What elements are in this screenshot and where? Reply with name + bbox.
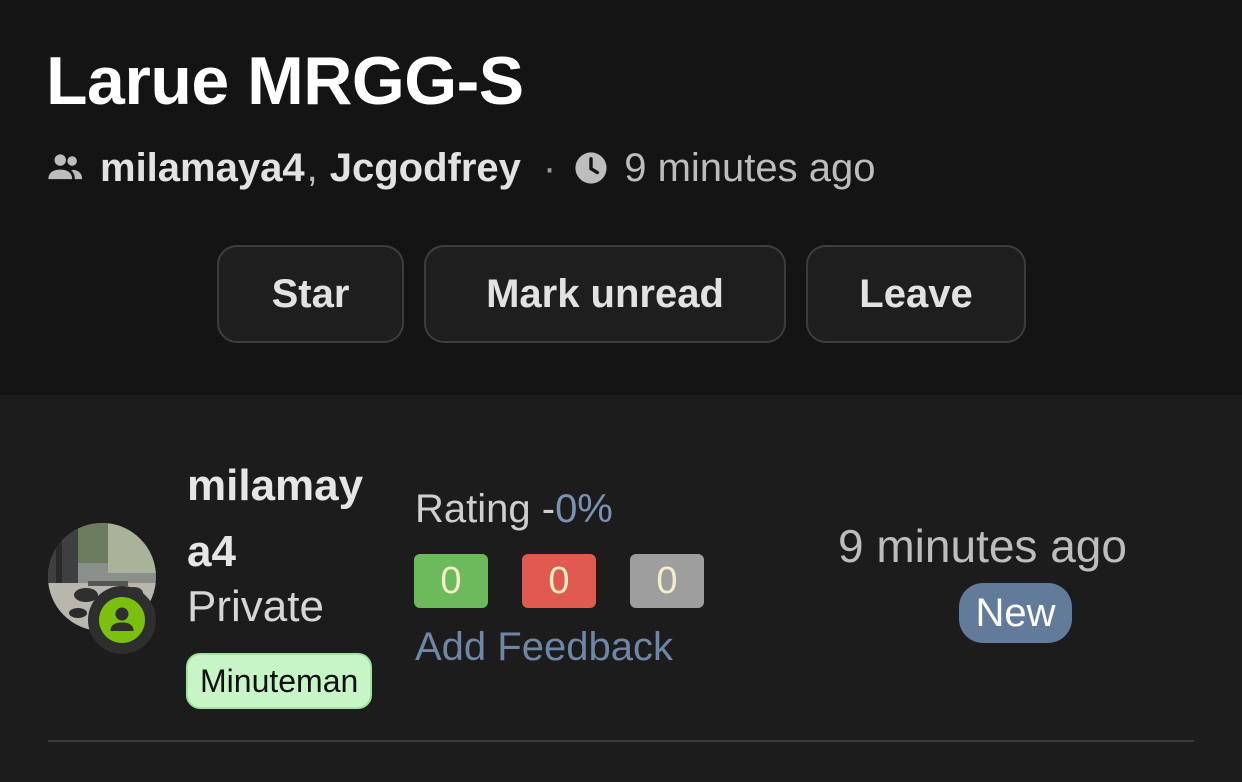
participant-separator: , [306,145,318,190]
rating-percent: 0% [555,487,613,531]
member-rank: Private [187,582,324,631]
member-time: 9 minutes ago [838,520,1127,572]
rating: Rating -0% [415,487,613,532]
mark-unread-button[interactable]: Mark unread [424,245,786,343]
updated-time: 9 minutes ago [624,145,876,190]
member-row: milamaya4 Private Minuteman Rating -0% 0… [0,395,1242,782]
add-feedback-link[interactable]: Add Feedback [415,625,673,670]
divider [48,740,1194,742]
meta-separator: · [542,145,557,190]
people-icon [48,154,83,180]
page-title: Larue MRGG-S [46,43,524,119]
member-tag: Minuteman [186,653,373,709]
participant-link[interactable]: Jcgodfrey [330,146,521,191]
leave-button[interactable]: Leave [806,245,1026,343]
status-badge [88,586,156,654]
negative-feedback-count: 0 [522,554,596,608]
star-button[interactable]: Star [217,245,404,343]
feedback-counts: 0 0 0 [414,554,704,608]
clock-icon [575,152,607,184]
new-badge: New [959,583,1072,643]
positive-feedback-count: 0 [414,554,488,608]
member-username[interactable]: milamaya4 [187,453,367,585]
participant-link[interactable]: milamaya4 [100,146,305,191]
chat-actions: Star Mark unread Leave [217,245,1026,343]
rating-label: Rating - [415,487,556,531]
chat-meta: milamaya4 , Jcgodfrey · 9 minutes ago [46,140,876,196]
neutral-feedback-count: 0 [630,554,704,608]
chat-header: Larue MRGG-S milamaya4 , Jcgodfrey · 9 m… [0,0,1242,395]
person-icon [99,597,145,643]
